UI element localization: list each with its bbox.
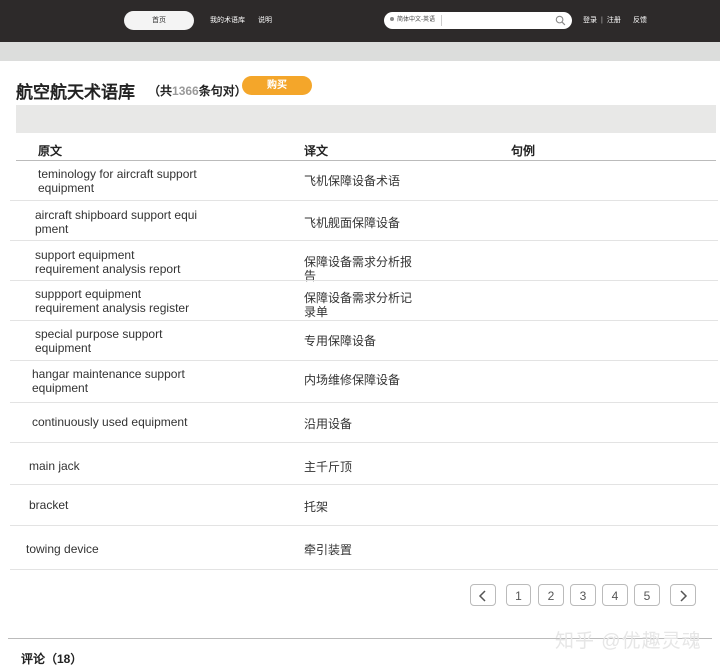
search-box: 简体中文-英语	[384, 12, 572, 29]
target-term: 内场维修保障设备	[304, 373, 401, 387]
source-term: aircraft shipboard support equi pment	[35, 208, 198, 236]
page-button-4[interactable]: 4	[602, 584, 628, 606]
feedback-link[interactable]: 反馈	[633, 11, 647, 30]
filter-bar	[16, 105, 716, 133]
table-row[interactable]: special purpose support equipment 专用保障设备	[10, 321, 718, 361]
search-input[interactable]	[446, 13, 546, 28]
source-term: bracket	[29, 498, 69, 512]
count-prefix: （共	[148, 84, 173, 98]
source-term: main jack	[29, 459, 80, 473]
register-link[interactable]: 注册	[607, 11, 621, 30]
target-term: 托架	[304, 500, 329, 514]
comments-heading: 评论（18）	[21, 652, 83, 666]
column-header-target: 译文	[304, 144, 329, 158]
count-value: 1366	[172, 84, 199, 98]
target-term: 主千斤顶	[304, 460, 353, 474]
row-divider	[10, 569, 718, 570]
search-divider	[441, 15, 442, 26]
table-row[interactable]: hangar maintenance support equipment 内场维修…	[10, 361, 718, 403]
watermark: 知乎 @优趣灵魂	[555, 631, 702, 652]
language-dot-icon	[390, 17, 394, 22]
buy-button[interactable]: 购买	[242, 76, 312, 95]
page-title: 航空航天术语库	[16, 83, 135, 102]
source-term: suppport equipment requirement analysis …	[35, 287, 190, 315]
source-term: support equipment requirement analysis r…	[35, 248, 181, 276]
next-page-button[interactable]	[670, 584, 696, 606]
source-term: continuously used equipment	[32, 415, 188, 429]
table-row[interactable]: teminology for aircraft support equipmen…	[10, 161, 718, 201]
table-row[interactable]: continuously used equipment 沿用设备	[10, 403, 718, 443]
prev-page-button[interactable]	[470, 584, 496, 606]
page-button-3[interactable]: 3	[570, 584, 596, 606]
column-header-example: 句例	[511, 144, 536, 158]
auth-separator: |	[601, 17, 603, 24]
count-suffix: 条句对）	[198, 84, 247, 98]
source-term: teminology for aircraft support equipmen…	[38, 167, 197, 195]
target-term: 保障设备需求分析记 录单	[304, 291, 413, 319]
search-icon[interactable]	[555, 15, 566, 26]
nav-my-library-link[interactable]: 我的术语库	[210, 11, 245, 30]
nav-home-tab[interactable]: 首页	[124, 11, 194, 30]
auth-links: 登录 | 注册	[583, 11, 621, 30]
sub-header-bar	[0, 42, 720, 61]
page-button-2[interactable]: 2	[538, 584, 564, 606]
search-language-select[interactable]: 简体中文-英语	[390, 12, 435, 29]
table-row[interactable]: suppport equipment requirement analysis …	[10, 281, 718, 321]
target-term: 飞机舰面保障设备	[304, 216, 401, 230]
pair-count: （共1366条句对）	[148, 82, 247, 99]
nav-help-link[interactable]: 说明	[258, 11, 272, 30]
target-term: 专用保障设备	[304, 334, 377, 348]
table-row[interactable]: aircraft shipboard support equi pment 飞机舰…	[10, 201, 718, 241]
table-row[interactable]: main jack 主千斤顶	[10, 443, 718, 485]
source-term: towing device	[26, 542, 99, 556]
page-button-1[interactable]: 1	[506, 584, 531, 606]
table-row[interactable]: bracket 托架	[10, 485, 718, 526]
search-language-label: 简体中文-英语	[397, 17, 435, 23]
chevron-left-icon	[478, 590, 486, 602]
target-term: 飞机保障设备术语	[304, 174, 401, 188]
table-row[interactable]: support equipment requirement analysis r…	[10, 241, 718, 283]
source-term: special purpose support equipment	[35, 327, 163, 355]
chevron-right-icon	[680, 590, 688, 602]
table-row[interactable]: towing device 牵引装置	[10, 526, 718, 570]
target-term: 保障设备需求分析报 告	[304, 255, 413, 283]
source-term: hangar maintenance support equipment	[32, 367, 185, 395]
target-term: 牵引装置	[304, 543, 353, 557]
column-header-source: 原文	[38, 144, 63, 158]
page-button-5[interactable]: 5	[634, 584, 660, 606]
login-link[interactable]: 登录	[583, 11, 597, 30]
target-term: 沿用设备	[304, 417, 353, 431]
top-nav-bar: 首页 我的术语库 说明 简体中文-英语 登录 | 注册 反馈	[0, 0, 720, 42]
